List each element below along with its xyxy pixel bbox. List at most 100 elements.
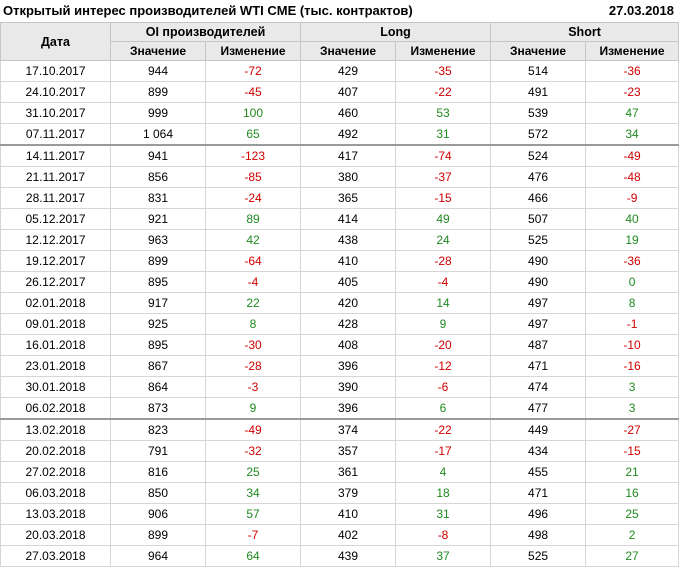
short-value-cell: 497 bbox=[490, 313, 587, 335]
short-change-cell: 0 bbox=[585, 271, 680, 293]
date-cell: 28.11.2017 bbox=[0, 187, 111, 209]
short-value-cell: 434 bbox=[490, 440, 587, 462]
short-change-cell: 3 bbox=[585, 397, 680, 420]
table-row: 02.01.2018 917 22 420 14 497 8 bbox=[0, 292, 680, 314]
long-value-cell: 460 bbox=[300, 102, 397, 124]
group-header-short: Short bbox=[490, 22, 680, 42]
long-value-cell: 396 bbox=[300, 397, 397, 420]
date-cell: 07.11.2017 bbox=[0, 123, 111, 146]
oi-value-cell: 925 bbox=[110, 313, 206, 335]
long-value-cell: 410 bbox=[300, 503, 397, 525]
short-change-cell: -49 bbox=[585, 144, 680, 167]
short-change-cell: 25 bbox=[585, 503, 680, 525]
short-value-cell: 572 bbox=[490, 123, 587, 146]
oi-value-cell: 823 bbox=[110, 418, 206, 441]
oi-value-cell: 895 bbox=[110, 271, 206, 293]
oi-change-cell: 42 bbox=[204, 229, 302, 251]
oi-value-cell: 944 bbox=[110, 60, 206, 82]
column-header-oi-value: Значение bbox=[110, 41, 206, 61]
short-change-cell: -36 bbox=[585, 250, 680, 272]
short-value-cell: 487 bbox=[490, 334, 587, 356]
oi-change-cell: 57 bbox=[204, 503, 302, 525]
short-change-cell: 27 bbox=[585, 545, 680, 567]
table-row: 27.03.2018 964 64 439 37 525 27 bbox=[0, 545, 680, 567]
long-change-cell: -15 bbox=[395, 187, 492, 209]
oi-change-cell: 22 bbox=[204, 292, 302, 314]
short-value-cell: 490 bbox=[490, 271, 587, 293]
long-value-cell: 374 bbox=[300, 418, 397, 441]
long-change-cell: 4 bbox=[395, 461, 492, 483]
long-change-cell: -4 bbox=[395, 271, 492, 293]
oi-value-cell: 921 bbox=[110, 208, 206, 230]
column-header-oi-change: Изменение bbox=[204, 41, 302, 61]
oi-change-cell: -24 bbox=[204, 187, 302, 209]
oi-change-cell: -45 bbox=[204, 81, 302, 103]
column-header-short-value: Значение bbox=[490, 41, 587, 61]
short-value-cell: 539 bbox=[490, 102, 587, 124]
long-change-cell: -6 bbox=[395, 376, 492, 398]
oi-value-cell: 941 bbox=[110, 144, 206, 167]
oi-value-cell: 906 bbox=[110, 503, 206, 525]
date-cell: 31.10.2017 bbox=[0, 102, 111, 124]
long-value-cell: 429 bbox=[300, 60, 397, 82]
date-cell: 16.01.2018 bbox=[0, 334, 111, 356]
long-value-cell: 361 bbox=[300, 461, 397, 483]
table-row: 26.12.2017 895 -4 405 -4 490 0 bbox=[0, 271, 680, 293]
oi-value-cell: 867 bbox=[110, 355, 206, 377]
oi-value-cell: 856 bbox=[110, 166, 206, 188]
oi-value-cell: 1 064 bbox=[110, 123, 206, 146]
date-cell: 27.02.2018 bbox=[0, 461, 111, 483]
date-cell: 13.03.2018 bbox=[0, 503, 111, 525]
oi-value-cell: 791 bbox=[110, 440, 206, 462]
short-value-cell: 471 bbox=[490, 482, 587, 504]
short-value-cell: 524 bbox=[490, 144, 587, 167]
table-row: 24.10.2017 899 -45 407 -22 491 -23 bbox=[0, 81, 680, 103]
short-change-cell: 8 bbox=[585, 292, 680, 314]
long-change-cell: -17 bbox=[395, 440, 492, 462]
oi-value-cell: 999 bbox=[110, 102, 206, 124]
date-cell: 20.03.2018 bbox=[0, 524, 111, 546]
long-change-cell: -35 bbox=[395, 60, 492, 82]
oi-change-cell: -28 bbox=[204, 355, 302, 377]
table-row: 30.01.2018 864 -3 390 -6 474 3 bbox=[0, 376, 680, 398]
long-change-cell: 31 bbox=[395, 503, 492, 525]
date-cell: 27.03.2018 bbox=[0, 545, 111, 567]
date-cell: 05.12.2017 bbox=[0, 208, 111, 230]
long-change-cell: -20 bbox=[395, 334, 492, 356]
oi-value-cell: 864 bbox=[110, 376, 206, 398]
long-value-cell: 379 bbox=[300, 482, 397, 504]
long-value-cell: 428 bbox=[300, 313, 397, 335]
oi-change-cell: -30 bbox=[204, 334, 302, 356]
oi-value-cell: 917 bbox=[110, 292, 206, 314]
table-row: 05.12.2017 921 89 414 49 507 40 bbox=[0, 208, 680, 230]
short-change-cell: -1 bbox=[585, 313, 680, 335]
table-row: 12.12.2017 963 42 438 24 525 19 bbox=[0, 229, 680, 251]
date-cell: 24.10.2017 bbox=[0, 81, 111, 103]
short-change-cell: -48 bbox=[585, 166, 680, 188]
long-value-cell: 439 bbox=[300, 545, 397, 567]
long-value-cell: 414 bbox=[300, 208, 397, 230]
short-value-cell: 491 bbox=[490, 81, 587, 103]
table-row: 17.10.2017 944 -72 429 -35 514 -36 bbox=[0, 60, 680, 82]
oi-value-cell: 895 bbox=[110, 334, 206, 356]
oi-change-cell: 25 bbox=[204, 461, 302, 483]
column-header-date: Дата bbox=[0, 22, 111, 61]
oi-change-cell: -3 bbox=[204, 376, 302, 398]
header-row-groups: Дата OI производителей Long Short bbox=[0, 22, 680, 61]
date-cell: 23.01.2018 bbox=[0, 355, 111, 377]
date-cell: 20.02.2018 bbox=[0, 440, 111, 462]
table-row: 21.11.2017 856 -85 380 -37 476 -48 bbox=[0, 166, 680, 188]
short-value-cell: 490 bbox=[490, 250, 587, 272]
table-row: 16.01.2018 895 -30 408 -20 487 -10 bbox=[0, 334, 680, 356]
short-change-cell: -16 bbox=[585, 355, 680, 377]
short-change-cell: 19 bbox=[585, 229, 680, 251]
date-cell: 12.12.2017 bbox=[0, 229, 111, 251]
producers-oi-table: Дата OI производителей Long Short Значен… bbox=[0, 22, 680, 567]
date-cell: 06.02.2018 bbox=[0, 397, 111, 420]
long-change-cell: -74 bbox=[395, 144, 492, 167]
short-change-cell: 21 bbox=[585, 461, 680, 483]
short-value-cell: 507 bbox=[490, 208, 587, 230]
short-value-cell: 525 bbox=[490, 545, 587, 567]
oi-change-cell: -7 bbox=[204, 524, 302, 546]
table-row: 19.12.2017 899 -64 410 -28 490 -36 bbox=[0, 250, 680, 272]
